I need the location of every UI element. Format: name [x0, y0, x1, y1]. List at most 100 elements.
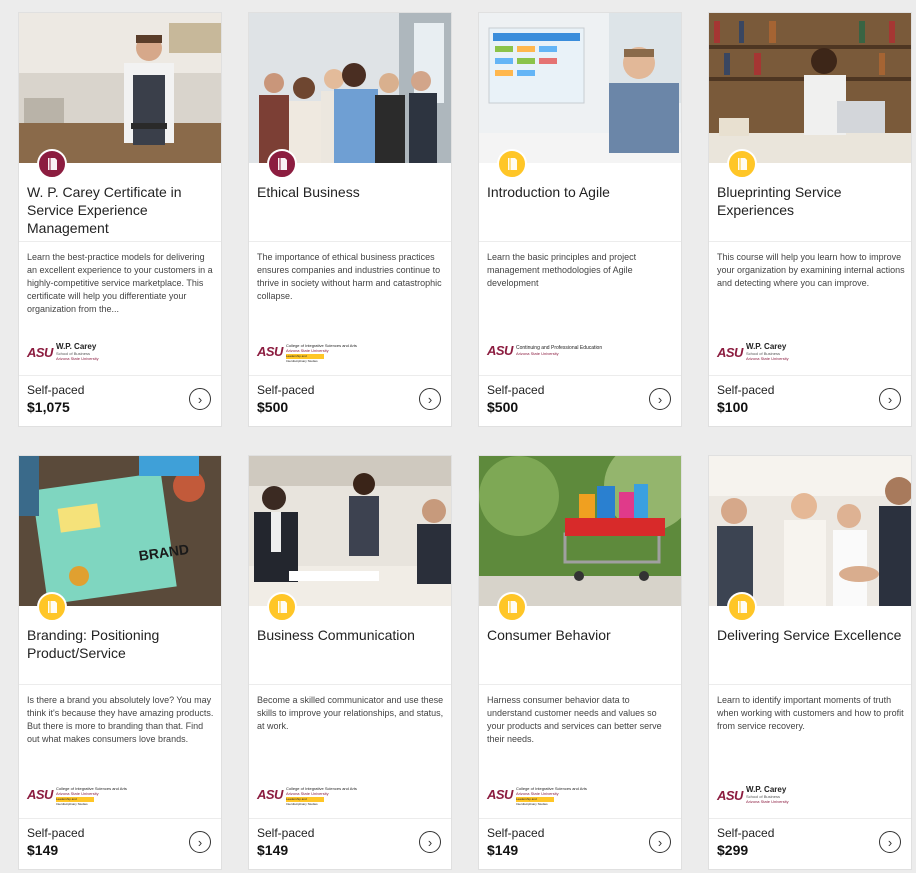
asu-wordmark: ASU — [717, 787, 743, 803]
course-price: $149 — [257, 842, 289, 858]
divider — [479, 241, 681, 242]
logo-gold-bar: Leadership and Interdisciplinary Studies — [55, 797, 94, 806]
provider-logo: ASU College of Integrative Sciences and … — [257, 786, 357, 806]
divider — [19, 241, 221, 242]
course-description: Harness consumer behavior data to unders… — [487, 695, 662, 744]
course-type-badge — [267, 592, 297, 622]
book-icon — [737, 601, 747, 613]
asu-wordmark: ASU — [27, 786, 53, 802]
book-icon — [277, 601, 287, 613]
logo-uni: Leadership and Interdisciplinary Studies — [55, 797, 88, 806]
course-card[interactable]: W. P. Carey Certificate in Service Exper… — [18, 12, 222, 427]
logo-uni: Leadership and Interdisciplinary Studies — [285, 354, 318, 363]
logo-sub: Arizona State University — [515, 791, 559, 796]
divider — [19, 375, 221, 376]
course-card[interactable]: Business Communication Become a skilled … — [248, 455, 452, 870]
book-icon — [47, 601, 57, 613]
asu-wordmark: ASU — [27, 344, 53, 360]
course-pace: Self-paced — [27, 826, 85, 840]
divider — [249, 375, 451, 376]
logo-text: W.P. Carey School of Business Arizona St… — [745, 342, 789, 362]
chevron-right-icon[interactable]: › — [879, 831, 901, 853]
divider — [479, 684, 681, 685]
chevron-right-icon[interactable]: › — [649, 388, 671, 410]
logo-text: W.P. Carey School of Business Arizona St… — [55, 342, 99, 362]
course-card[interactable]: Delivering Service Excellence Learn to i… — [708, 455, 912, 870]
logo-text: College of Integrative Sciences and Arts… — [55, 786, 127, 806]
course-card[interactable]: BRAND Branding: Positioning Product/Serv… — [18, 455, 222, 870]
chevron-right-icon[interactable]: › — [419, 388, 441, 410]
course-pace: Self-paced — [257, 826, 315, 840]
course-title[interactable]: Consumer Behavior — [487, 626, 675, 644]
chevron-right-icon[interactable]: › — [879, 388, 901, 410]
logo-main: W.P. Carey — [55, 342, 97, 351]
divider — [249, 241, 451, 242]
course-title[interactable]: Blueprinting Service Experiences — [717, 183, 905, 219]
course-price: $149 — [27, 842, 59, 858]
course-pace: Self-paced — [717, 383, 775, 397]
book-icon — [737, 158, 747, 170]
logo-uni: Arizona State University — [745, 799, 789, 804]
divider — [249, 818, 451, 819]
chevron-right-icon[interactable]: › — [189, 831, 211, 853]
course-type-badge — [37, 149, 67, 179]
course-thumbnail — [479, 13, 681, 163]
chevron-right-icon[interactable]: › — [419, 831, 441, 853]
logo-main: W.P. Carey — [745, 342, 787, 351]
logo-sub: Arizona State University — [285, 348, 329, 353]
course-image — [479, 13, 681, 163]
logo-uni: Leadership and Interdisciplinary Studies — [285, 797, 318, 806]
chevron-right-icon[interactable]: › — [189, 388, 211, 410]
logo-text: College of Integrative Sciences and Arts… — [515, 786, 587, 806]
course-price: $100 — [717, 399, 749, 415]
course-title[interactable]: Branding: Positioning Product/Service — [27, 626, 215, 662]
course-thumbnail — [479, 456, 681, 606]
course-card[interactable]: Ethical Business The importance of ethic… — [248, 12, 452, 427]
course-card[interactable]: Blueprinting Service Experiences This co… — [708, 12, 912, 427]
course-card[interactable]: Introduction to Agile Learn the basic pr… — [478, 12, 682, 427]
course-image — [249, 456, 451, 606]
course-description: Learn the best-practice models for deliv… — [27, 252, 213, 314]
course-title[interactable]: Ethical Business — [257, 183, 445, 201]
course-pace: Self-paced — [27, 383, 85, 397]
book-icon — [277, 158, 287, 170]
provider-logo: ASU College of Integrative Sciences and … — [257, 343, 357, 363]
course-thumbnail — [709, 456, 911, 606]
logo-main: W.P. Carey — [745, 785, 787, 794]
course-title[interactable]: Delivering Service Excellence — [717, 626, 905, 644]
logo-gold-bar: Leadership and Interdisciplinary Studies — [285, 354, 324, 363]
course-description: Become a skilled communicator and use th… — [257, 695, 444, 731]
asu-wordmark: ASU — [257, 786, 283, 802]
divider — [479, 375, 681, 376]
provider-logo: ASU W.P. Carey School of Business Arizon… — [717, 785, 789, 805]
asu-wordmark: ASU — [257, 343, 283, 359]
course-type-badge — [497, 149, 527, 179]
logo-text: W.P. Carey School of Business Arizona St… — [745, 785, 789, 805]
asu-wordmark: ASU — [487, 343, 513, 358]
provider-logo: ASU Continuing and Professional Educatio… — [487, 343, 602, 358]
course-card[interactable]: Consumer Behavior Harness consumer behav… — [478, 455, 682, 870]
course-thumbnail — [249, 13, 451, 163]
course-image — [709, 456, 911, 606]
course-type-badge — [37, 592, 67, 622]
course-description: This course will help you learn how to i… — [717, 252, 905, 288]
course-price: $1,075 — [27, 399, 70, 415]
course-price: $149 — [487, 842, 519, 858]
provider-logo: ASU College of Integrative Sciences and … — [487, 786, 587, 806]
divider — [709, 818, 911, 819]
course-description: The importance of ethical business pract… — [257, 252, 442, 301]
logo-text: College of Integrative Sciences and Arts… — [285, 786, 357, 806]
logo-uni: Arizona State University — [55, 356, 99, 361]
course-title[interactable]: Introduction to Agile — [487, 183, 675, 201]
logo-text: College of Integrative Sciences and Arts… — [285, 343, 357, 363]
course-grid: W. P. Carey Certificate in Service Exper… — [0, 0, 916, 873]
course-title[interactable]: Business Communication — [257, 626, 445, 644]
course-type-badge — [497, 592, 527, 622]
course-pace: Self-paced — [717, 826, 775, 840]
course-image — [249, 13, 451, 163]
logo-uni: Arizona State University — [745, 356, 789, 361]
course-title[interactable]: W. P. Carey Certificate in Service Exper… — [27, 183, 215, 237]
divider — [709, 375, 911, 376]
divider — [479, 818, 681, 819]
chevron-right-icon[interactable]: › — [649, 831, 671, 853]
